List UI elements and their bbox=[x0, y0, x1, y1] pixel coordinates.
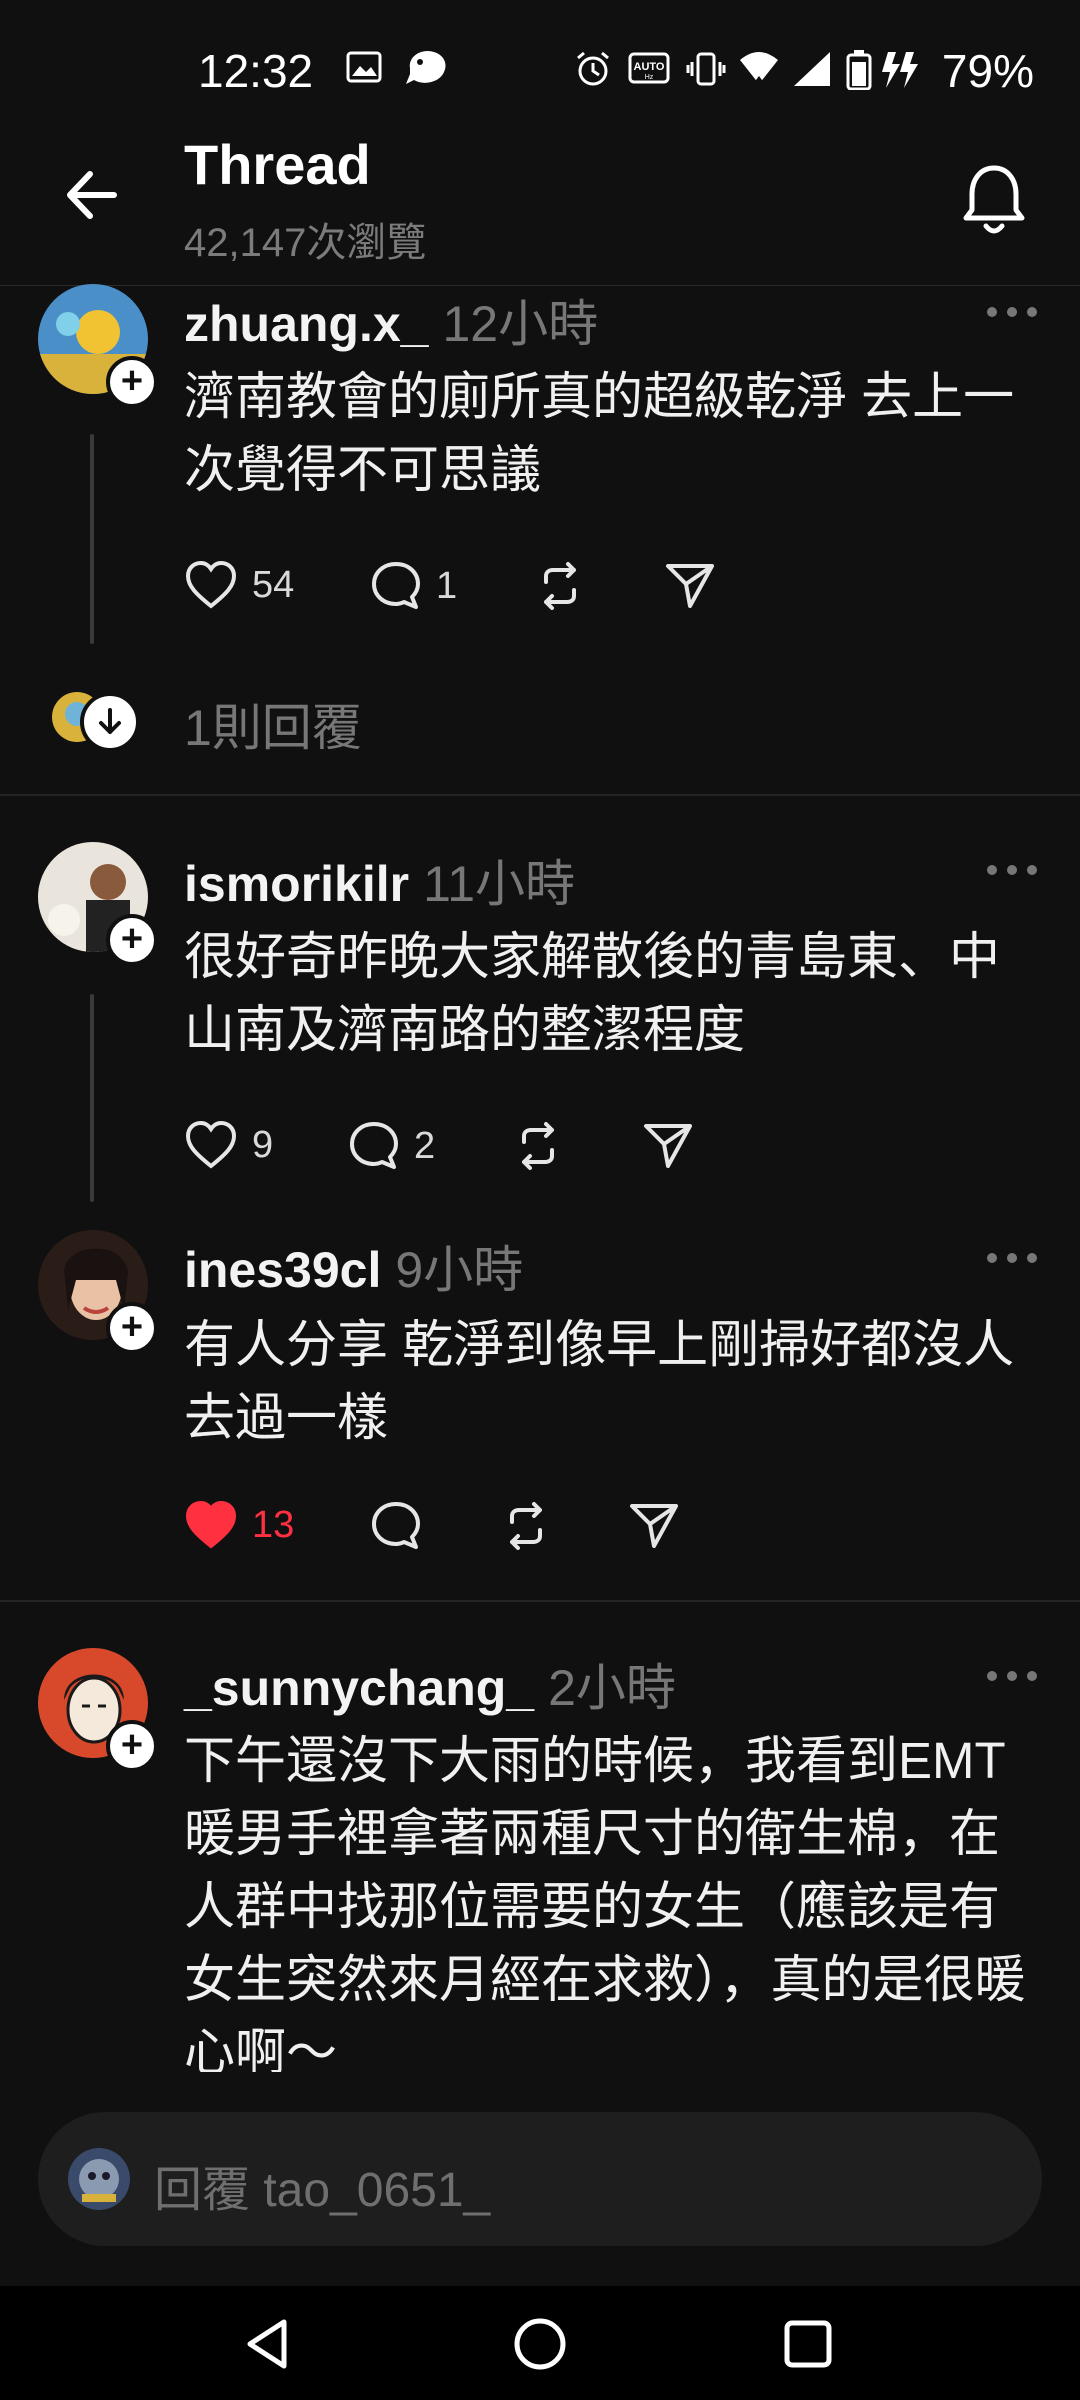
repost-icon bbox=[522, 1122, 554, 1170]
follow-plus-icon[interactable]: + bbox=[106, 914, 158, 966]
back-arrow-icon[interactable] bbox=[58, 160, 128, 230]
share-button[interactable] bbox=[628, 1500, 680, 1552]
nav-recents-icon[interactable] bbox=[782, 2318, 834, 2370]
heart-icon bbox=[185, 560, 237, 609]
reply-count-link[interactable]: 1則回覆 bbox=[184, 688, 362, 760]
username[interactable]: ismorikilr 11小時 bbox=[184, 844, 575, 916]
like-count: 13 bbox=[252, 1503, 295, 1546]
send-icon bbox=[644, 1124, 692, 1168]
post-time: 2小時 bbox=[548, 1660, 676, 1716]
like-count: 9 bbox=[252, 1123, 274, 1166]
username-text[interactable]: ismorikilr bbox=[184, 856, 409, 912]
post-time: 12小時 bbox=[442, 296, 599, 352]
comment-button[interactable]: 1 bbox=[370, 560, 457, 612]
alarm-icon bbox=[577, 51, 609, 86]
svg-text:Hz: Hz bbox=[645, 74, 654, 81]
share-button[interactable] bbox=[642, 1120, 694, 1172]
page-title: Thread bbox=[184, 133, 371, 196]
thread-line bbox=[90, 994, 94, 1202]
more-options-icon[interactable] bbox=[982, 1248, 1042, 1268]
comment-icon bbox=[350, 1122, 398, 1169]
post-text: 濟南教會的廁所真的超級乾淨 去上一次覺得不可思議 bbox=[184, 368, 1015, 498]
current-user-avatar bbox=[68, 2148, 130, 2210]
signal-icon bbox=[794, 52, 830, 86]
repost-icon bbox=[544, 562, 576, 610]
repost-icon bbox=[510, 1502, 542, 1550]
comment-button[interactable] bbox=[370, 1500, 422, 1552]
battery-icon bbox=[846, 50, 872, 90]
username-text[interactable]: ines39cl bbox=[184, 1242, 381, 1298]
more-options-icon[interactable] bbox=[982, 860, 1042, 880]
comment-icon bbox=[372, 562, 420, 609]
share-button[interactable] bbox=[664, 560, 716, 612]
divider bbox=[0, 1600, 1080, 1602]
heart-filled-icon bbox=[185, 1500, 237, 1549]
image-icon bbox=[346, 51, 382, 83]
post-text: 很好奇昨晚大家解散後的青島東、中山南及濟南路的整潔程度 bbox=[184, 928, 1001, 1058]
follow-plus-icon[interactable]: + bbox=[106, 1302, 158, 1354]
username-text[interactable]: zhuang.x_ bbox=[184, 296, 428, 352]
like-button[interactable]: 13 bbox=[184, 1500, 294, 1550]
thread-header bbox=[0, 140, 1080, 286]
more-options-icon[interactable] bbox=[982, 302, 1042, 322]
username[interactable]: zhuang.x_ 12小時 bbox=[184, 284, 598, 356]
follow-plus-icon[interactable]: + bbox=[106, 1720, 158, 1772]
repost-button[interactable] bbox=[500, 1500, 552, 1552]
thread-line bbox=[90, 434, 94, 644]
post-time: 9小時 bbox=[395, 1242, 524, 1298]
status-time: 12:32 bbox=[198, 45, 314, 97]
send-icon bbox=[666, 564, 714, 608]
divider bbox=[0, 794, 1080, 796]
more-options-icon[interactable] bbox=[982, 1666, 1042, 1686]
repost-button[interactable] bbox=[512, 1120, 564, 1172]
svg-text:AUTO: AUTO bbox=[634, 61, 665, 73]
vibrate-icon bbox=[686, 52, 726, 86]
bird-icon bbox=[406, 50, 446, 84]
charging-icon bbox=[882, 52, 918, 88]
like-button[interactable]: 9 bbox=[184, 1120, 273, 1170]
username-text[interactable]: _sunnychang_ bbox=[184, 1660, 534, 1716]
comment-button[interactable]: 2 bbox=[348, 1120, 435, 1172]
follow-plus-icon[interactable]: + bbox=[106, 356, 158, 408]
post-text: 有人分享 乾淨到像早上剛掃好都沒人去過一樣 bbox=[184, 1316, 1015, 1446]
status-bar: 12:32 AUTO Hz 79% bbox=[0, 0, 1080, 140]
username[interactable]: _sunnychang_ 2小時 bbox=[184, 1648, 676, 1720]
comment-count: 1 bbox=[436, 564, 458, 607]
system-navigation-bar bbox=[0, 2286, 1080, 2400]
nav-home-icon[interactable] bbox=[510, 2314, 570, 2374]
post-time: 11小時 bbox=[423, 856, 576, 912]
post-text: 下午還沒下大雨的時候，我看到EMT暖男手裡拿著兩種尺寸的衛生棉，在人群中找那位需… bbox=[184, 1732, 1026, 2072]
username[interactable]: ines39cl 9小時 bbox=[184, 1230, 523, 1302]
nav-back-icon[interactable] bbox=[240, 2316, 296, 2372]
repost-button[interactable] bbox=[534, 560, 586, 612]
like-count: 54 bbox=[252, 563, 295, 606]
bell-icon[interactable] bbox=[958, 160, 1030, 240]
battery-percentage: 79% bbox=[941, 45, 1034, 97]
like-button[interactable]: 54 bbox=[184, 560, 294, 610]
comment-icon bbox=[372, 1502, 420, 1549]
wifi-icon bbox=[740, 52, 778, 84]
expand-replies-icon[interactable] bbox=[80, 692, 140, 752]
send-icon bbox=[630, 1504, 678, 1548]
heart-icon bbox=[185, 1120, 237, 1169]
view-count: 42,147次瀏覽 bbox=[184, 221, 427, 265]
reply-input-placeholder[interactable]: 回覆 tao_0651_ bbox=[154, 2150, 490, 2220]
auto-hz-icon: AUTO Hz bbox=[628, 52, 670, 84]
comment-count: 2 bbox=[414, 1124, 436, 1167]
